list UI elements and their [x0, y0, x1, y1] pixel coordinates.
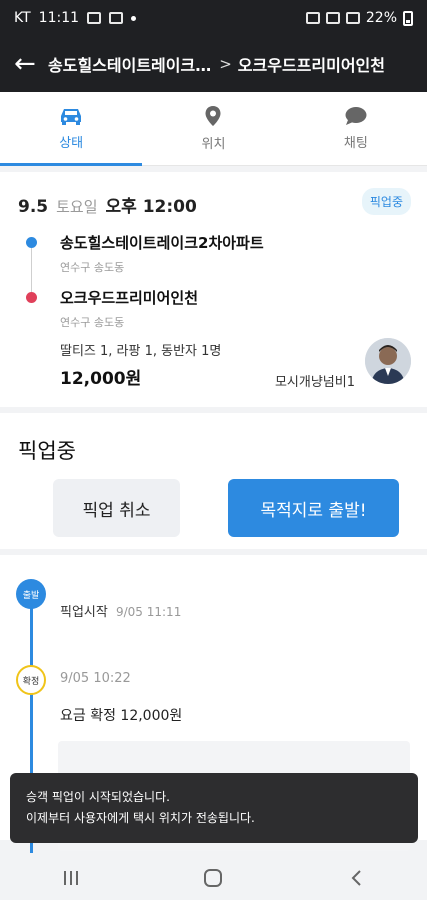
timeline-event-start: 픽업시작 9/05 11:11	[60, 601, 181, 620]
recent-apps-icon	[64, 870, 79, 885]
toast-line-1: 승객 픽업이 시작되었습니다.	[26, 790, 170, 804]
more-notifications-icon	[131, 15, 137, 21]
car-icon	[61, 109, 82, 125]
tab-chat-label: 채팅	[343, 136, 368, 151]
person-avatar-icon	[365, 338, 411, 384]
timeline-start-badge: 출발	[16, 579, 46, 609]
battery-percent: 22%	[365, 10, 397, 26]
depart-to-destination-button[interactable]: 목적지로 출발!	[228, 479, 399, 537]
tab-location[interactable]: 위치	[142, 92, 284, 165]
back-button[interactable]	[326, 858, 386, 898]
location-pin-icon	[205, 106, 221, 126]
route-origin-title: 송도힐스테이트레이크…	[48, 56, 212, 75]
origin-area: 연수구 송도동	[60, 261, 125, 274]
app-header: ← 송도힐스테이트레이크… > 오크우드프리미어인천	[0, 36, 427, 92]
trip-weekday: 토요일	[56, 198, 98, 216]
trip-card: 9.5 토요일 오후 12:00 픽업중 송도힐스테이트레이크2차아파트 연수구…	[0, 172, 427, 407]
route-destination-title: 오크우드프리미어인천	[237, 56, 385, 75]
origin-dot-icon	[26, 237, 37, 248]
tab-status-label: 상태	[59, 136, 84, 151]
clock: 11:11	[38, 10, 80, 26]
passenger-name: 모시개냥넘비1	[274, 375, 355, 390]
alarm-icon	[305, 12, 320, 24]
system-nav-bar	[0, 855, 427, 900]
battery-icon	[403, 10, 413, 26]
home-button[interactable]	[183, 858, 243, 898]
trip-price: 12,000원	[60, 369, 142, 389]
route-separator: >	[219, 55, 232, 73]
timeline-start-label: 픽업시작	[60, 605, 108, 620]
timeline-fare-text: 요금 확정 12,000원	[60, 708, 183, 724]
toast-line-2: 이제부터 사용자에게 택시 위치가 전송됩니다.	[26, 811, 255, 825]
gallery-icon	[87, 12, 102, 24]
signal-icon	[345, 12, 360, 24]
tab-bar: 상태 위치 채팅	[0, 92, 427, 166]
section-title: 픽업중	[18, 439, 76, 463]
recent-apps-button[interactable]	[41, 858, 101, 898]
toast-message: 승객 픽업이 시작되었습니다. 이제부터 사용자에게 택시 위치가 전송됩니다.	[10, 773, 418, 843]
status-bar: KT 11:11 22%	[0, 0, 427, 36]
chat-bubble-icon	[345, 107, 367, 125]
cancel-pickup-button[interactable]: 픽업 취소	[53, 479, 180, 537]
destination-name: 오크우드프리미어인천	[60, 289, 199, 307]
wifi-icon	[325, 12, 340, 24]
origin-name: 송도힐스테이트레이크2차아파트	[60, 234, 264, 252]
destination-stop: 오크우드프리미어인천 연수구 송도동	[26, 287, 198, 330]
tab-chat[interactable]: 채팅	[285, 92, 427, 165]
destination-area: 연수구 송도동	[60, 316, 125, 329]
status-badge: 픽업중	[361, 188, 411, 215]
home-icon	[204, 868, 223, 887]
avatar[interactable]	[365, 338, 411, 384]
timeline-fixed-badge: 확정	[16, 665, 46, 695]
notification-icon	[109, 12, 124, 24]
trip-datetime: 9.5 토요일 오후 12:00	[18, 192, 197, 217]
pickup-section: 픽업중 픽업 취소 목적지로 출발!	[0, 413, 427, 549]
destination-dot-icon	[26, 292, 37, 303]
origin-stop: 송도힐스테이트레이크2차아파트 연수구 송도동	[26, 232, 264, 275]
back-arrow-icon[interactable]: ←	[14, 51, 48, 77]
timeline-start-time: 9/05 11:11	[115, 605, 182, 619]
carrier-label: KT	[14, 10, 31, 26]
chevron-left-icon	[351, 869, 361, 886]
trip-time: 오후 12:00	[105, 197, 197, 217]
tab-status[interactable]: 상태	[0, 92, 143, 166]
trip-date: 9.5	[18, 197, 49, 217]
trip-items: 딸티즈 1, 라팡 1, 동반자 1명	[60, 344, 222, 359]
timeline-fixed-time: 9/05 10:22	[60, 671, 131, 686]
tab-location-label: 위치	[201, 137, 226, 152]
